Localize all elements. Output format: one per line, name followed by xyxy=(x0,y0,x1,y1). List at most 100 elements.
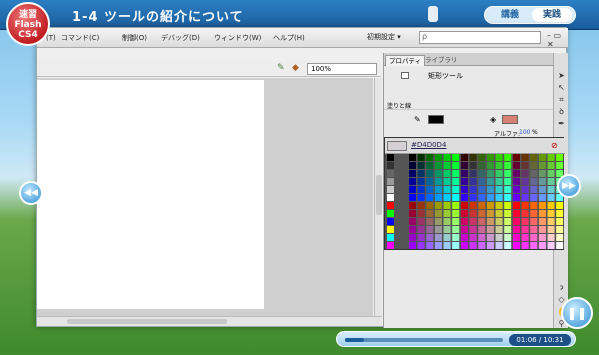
swatch-cell xyxy=(387,210,394,217)
swatch-cell xyxy=(504,218,512,225)
swatch-cell xyxy=(461,170,468,177)
stroke-color-swatch[interactable] xyxy=(428,115,444,124)
swatch-cell xyxy=(443,210,451,217)
zoom-select[interactable]: 100% xyxy=(307,63,377,75)
lecture-tab[interactable]: 講義 xyxy=(490,8,530,22)
swatch-cell xyxy=(486,178,494,185)
menu-window[interactable]: ウィンドウ(W) xyxy=(214,33,261,43)
swatch-cell xyxy=(417,234,425,241)
swatch-cell xyxy=(504,178,512,185)
tab-library[interactable]: ライブラリ xyxy=(422,55,461,66)
swatch-cell xyxy=(513,186,520,193)
swatch-cell xyxy=(417,218,425,225)
swatch-cell xyxy=(538,162,546,169)
swatch-cell xyxy=(417,226,425,233)
transform-tool-icon[interactable]: ⌗ xyxy=(557,95,566,104)
swatch-cell xyxy=(547,234,555,241)
swatch-cell xyxy=(417,162,425,169)
lasso-tool-icon[interactable]: ꝺ xyxy=(557,107,566,116)
horizontal-scrollbar[interactable] xyxy=(37,316,382,326)
badge-line-2: Flash xyxy=(14,20,42,30)
scroll-thumb[interactable] xyxy=(376,175,382,215)
swatch-cell xyxy=(547,194,555,201)
swatch-cell xyxy=(504,170,512,177)
menu-control[interactable]: 制御(O) xyxy=(122,33,147,43)
swatch-cell xyxy=(452,162,460,169)
swatch-cell xyxy=(452,186,460,193)
swatch-cell xyxy=(461,218,468,225)
arrow-tool-icon[interactable]: ➤ xyxy=(557,71,566,80)
swatch-cell xyxy=(426,178,434,185)
pen-tool-icon[interactable]: ✒ xyxy=(557,119,566,128)
swatch-cell xyxy=(461,234,468,241)
edit-symbol-icon[interactable]: ◆ xyxy=(292,63,299,73)
swatch-cell xyxy=(461,154,468,161)
swatch-cell xyxy=(452,154,460,161)
menu-debug[interactable]: デバッグ(D) xyxy=(161,33,200,43)
scroll-thumb-h[interactable] xyxy=(67,319,227,324)
swatch-cell xyxy=(409,178,416,185)
swatch-cell xyxy=(504,154,512,161)
swatch-cell xyxy=(495,162,503,169)
swatch-cell xyxy=(387,226,394,233)
swatch-cell xyxy=(478,186,486,193)
tab-properties[interactable]: プロパティ xyxy=(385,55,426,66)
workspace-dropdown[interactable]: 初期設定 ▾ xyxy=(367,32,401,42)
vertical-scrollbar[interactable] xyxy=(374,78,382,316)
swatch-cell xyxy=(478,226,486,233)
swatch-cell xyxy=(556,226,564,233)
swatch-cell xyxy=(521,242,529,249)
top-bar: 1-4 ツールの紹介について 講義 実践 xyxy=(0,0,599,30)
swatch-cell xyxy=(409,226,416,233)
swatch-cell xyxy=(495,154,503,161)
swatch-cell xyxy=(538,154,546,161)
swatch-cell xyxy=(538,178,546,185)
subselect-tool-icon[interactable]: ↖ xyxy=(557,83,566,92)
pause-icon[interactable]: ❚❚ xyxy=(561,297,593,329)
tool-name: 矩形ツール xyxy=(428,72,463,80)
swatch-cell xyxy=(486,170,494,177)
swatch-cell xyxy=(426,186,434,193)
prev-icon[interactable]: ◀◀ xyxy=(19,181,43,205)
swatch-cell xyxy=(538,210,546,217)
swatch-cell xyxy=(504,162,512,169)
edit-scene-icon[interactable]: ✎ xyxy=(277,63,285,73)
current-color-preview xyxy=(387,141,407,151)
swatch-cell xyxy=(547,210,555,217)
swatch-cell xyxy=(469,210,477,217)
badge-line-3: CS4 xyxy=(18,30,38,40)
volume-knob[interactable] xyxy=(428,6,438,22)
next-icon[interactable]: ▶▶ xyxy=(557,174,581,198)
menu-help[interactable]: ヘルプ(H) xyxy=(273,33,305,43)
fill-color-swatch[interactable] xyxy=(502,115,518,124)
swatch-cell xyxy=(426,154,434,161)
progress-track[interactable] xyxy=(345,338,503,342)
hex-value[interactable]: #D4D0D4 xyxy=(411,141,446,149)
menu-commands[interactable]: コマンド(C) xyxy=(61,33,99,43)
ink-tool-icon[interactable]: ɂ xyxy=(557,283,566,292)
stage-canvas[interactable] xyxy=(37,80,264,309)
swatch-cell xyxy=(530,178,538,185)
alpha-value[interactable]: 100 xyxy=(519,129,530,136)
swatch-cell xyxy=(513,202,520,209)
swatch-cell xyxy=(452,170,460,177)
swatch-cell xyxy=(409,186,416,193)
swatch-cell xyxy=(434,226,442,233)
swatch-cell xyxy=(443,242,451,249)
swatch-cell xyxy=(513,234,520,241)
swatch-cell xyxy=(538,218,546,225)
swatch-cell xyxy=(443,178,451,185)
swatch-cell xyxy=(486,210,494,217)
window-controls[interactable]: – ▭ ✕ xyxy=(547,31,568,49)
swatch-cell xyxy=(521,234,529,241)
swatch-grid[interactable] xyxy=(385,154,565,251)
swatch-cell xyxy=(478,162,486,169)
swatch-cell xyxy=(521,162,529,169)
practice-tab[interactable]: 実践 xyxy=(532,8,572,22)
swatch-cell xyxy=(417,178,425,185)
search-input[interactable]: ρ xyxy=(419,31,541,44)
no-color-icon[interactable]: ⊘ xyxy=(551,141,558,150)
swatch-cell xyxy=(486,162,494,169)
swatch-cell xyxy=(417,194,425,201)
swatch-cell xyxy=(504,242,512,249)
